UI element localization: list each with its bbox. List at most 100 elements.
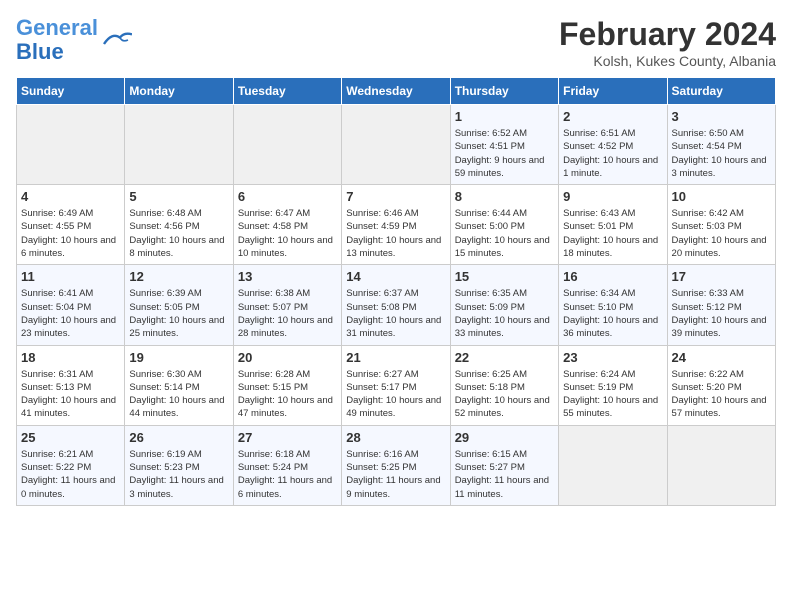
page-header: General Blue February 2024 Kolsh, Kukes … [16, 16, 776, 69]
day-number: 6 [238, 189, 337, 204]
week-row-5: 25Sunrise: 6:21 AM Sunset: 5:22 PM Dayli… [17, 425, 776, 505]
day-cell: 23 Sunrise: 6:24 AM Sunset: 5:19 PM Dayli… [559, 345, 667, 425]
day-number: 24 [672, 350, 771, 365]
day-number: 18 [21, 350, 120, 365]
day-cell: 2Sunrise: 6:51 AM Sunset: 4:52 PM Daylig… [559, 105, 667, 185]
day-cell: 1 Sunrise: 6:52 AM Sunset: 4:51 PM Daylig… [450, 105, 558, 185]
weekday-header-friday: Friday [559, 78, 667, 105]
day-cell: 19 Sunrise: 6:30 AM Sunset: 5:14 PM Dayli… [125, 345, 233, 425]
day-info: Sunrise: 6:28 AM Sunset: 5:15 PM Dayligh… [238, 368, 337, 421]
calendar-table: SundayMondayTuesdayWednesdayThursdayFrid… [16, 77, 776, 506]
day-cell: 22 Sunrise: 6:25 AM Sunset: 5:18 PM Dayli… [450, 345, 558, 425]
day-info: Sunrise: 6:43 AM Sunset: 5:01 PM Dayligh… [563, 207, 662, 260]
day-info: Sunrise: 6:30 AM Sunset: 5:14 PM Dayligh… [129, 368, 228, 421]
day-cell: 25Sunrise: 6:21 AM Sunset: 5:22 PM Dayli… [17, 425, 125, 505]
day-cell: 4Sunrise: 6:49 AM Sunset: 4:55 PM Daylig… [17, 185, 125, 265]
day-number: 21 [346, 350, 445, 365]
day-number: 3 [672, 109, 771, 124]
day-cell: 12 Sunrise: 6:39 AM Sunset: 5:05 PM Dayli… [125, 265, 233, 345]
day-cell [125, 105, 233, 185]
week-row-3: 11 Sunrise: 6:41 AM Sunset: 5:04 PM Dayli… [17, 265, 776, 345]
day-cell: 16Sunrise: 6:34 AM Sunset: 5:10 PM Dayli… [559, 265, 667, 345]
day-cell: 9 Sunrise: 6:43 AM Sunset: 5:01 PM Daylig… [559, 185, 667, 265]
day-cell: 15Sunrise: 6:35 AM Sunset: 5:09 PM Dayli… [450, 265, 558, 345]
day-number: 11 [21, 269, 120, 284]
day-cell [233, 105, 341, 185]
day-cell [559, 425, 667, 505]
day-info: Sunrise: 6:27 AM Sunset: 5:17 PM Dayligh… [346, 368, 445, 421]
day-number: 29 [455, 430, 554, 445]
day-number: 15 [455, 269, 554, 284]
day-cell [342, 105, 450, 185]
day-number: 5 [129, 189, 228, 204]
title-area: February 2024 Kolsh, Kukes County, Alban… [559, 16, 776, 69]
day-number: 7 [346, 189, 445, 204]
day-cell [667, 425, 775, 505]
day-number: 20 [238, 350, 337, 365]
day-cell: 7 Sunrise: 6:46 AM Sunset: 4:59 PM Daylig… [342, 185, 450, 265]
day-info: Sunrise: 6:24 AM Sunset: 5:19 PM Dayligh… [563, 368, 662, 421]
calendar-title: February 2024 [559, 16, 776, 53]
day-cell: 26Sunrise: 6:19 AM Sunset: 5:23 PM Dayli… [125, 425, 233, 505]
weekday-header-saturday: Saturday [667, 78, 775, 105]
day-number: 9 [563, 189, 662, 204]
day-cell: 28Sunrise: 6:16 AM Sunset: 5:25 PM Dayli… [342, 425, 450, 505]
weekday-header-monday: Monday [125, 78, 233, 105]
week-row-4: 18Sunrise: 6:31 AM Sunset: 5:13 PM Dayli… [17, 345, 776, 425]
day-info: Sunrise: 6:21 AM Sunset: 5:22 PM Dayligh… [21, 448, 120, 501]
day-cell: 24 Sunrise: 6:22 AM Sunset: 5:20 PM Dayli… [667, 345, 775, 425]
day-cell: 11 Sunrise: 6:41 AM Sunset: 5:04 PM Dayli… [17, 265, 125, 345]
day-info: Sunrise: 6:18 AM Sunset: 5:24 PM Dayligh… [238, 448, 337, 501]
day-cell: 29 Sunrise: 6:15 AM Sunset: 5:27 PM Dayli… [450, 425, 558, 505]
day-cell: 18Sunrise: 6:31 AM Sunset: 5:13 PM Dayli… [17, 345, 125, 425]
day-cell: 17 Sunrise: 6:33 AM Sunset: 5:12 PM Dayli… [667, 265, 775, 345]
day-number: 13 [238, 269, 337, 284]
logo-bird-icon [100, 26, 132, 54]
weekday-header-row: SundayMondayTuesdayWednesdayThursdayFrid… [17, 78, 776, 105]
day-info: Sunrise: 6:39 AM Sunset: 5:05 PM Dayligh… [129, 287, 228, 340]
day-info: Sunrise: 6:25 AM Sunset: 5:18 PM Dayligh… [455, 368, 554, 421]
week-row-1: 1 Sunrise: 6:52 AM Sunset: 4:51 PM Daylig… [17, 105, 776, 185]
day-cell: 8 Sunrise: 6:44 AM Sunset: 5:00 PM Daylig… [450, 185, 558, 265]
day-number: 23 [563, 350, 662, 365]
day-number: 22 [455, 350, 554, 365]
weekday-header-sunday: Sunday [17, 78, 125, 105]
day-info: Sunrise: 6:15 AM Sunset: 5:27 PM Dayligh… [455, 448, 554, 501]
day-number: 19 [129, 350, 228, 365]
day-info: Sunrise: 6:46 AM Sunset: 4:59 PM Dayligh… [346, 207, 445, 260]
day-cell: 5 Sunrise: 6:48 AM Sunset: 4:56 PM Daylig… [125, 185, 233, 265]
day-number: 10 [672, 189, 771, 204]
logo-line1: General [16, 15, 98, 40]
day-number: 1 [455, 109, 554, 124]
day-number: 14 [346, 269, 445, 284]
day-cell: 3 Sunrise: 6:50 AM Sunset: 4:54 PM Daylig… [667, 105, 775, 185]
day-info: Sunrise: 6:49 AM Sunset: 4:55 PM Dayligh… [21, 207, 120, 260]
day-info: Sunrise: 6:22 AM Sunset: 5:20 PM Dayligh… [672, 368, 771, 421]
weekday-header-tuesday: Tuesday [233, 78, 341, 105]
day-info: Sunrise: 6:41 AM Sunset: 5:04 PM Dayligh… [21, 287, 120, 340]
day-cell: 27 Sunrise: 6:18 AM Sunset: 5:24 PM Dayli… [233, 425, 341, 505]
week-row-2: 4Sunrise: 6:49 AM Sunset: 4:55 PM Daylig… [17, 185, 776, 265]
day-info: Sunrise: 6:44 AM Sunset: 5:00 PM Dayligh… [455, 207, 554, 260]
day-cell [17, 105, 125, 185]
day-info: Sunrise: 6:48 AM Sunset: 4:56 PM Dayligh… [129, 207, 228, 260]
weekday-header-wednesday: Wednesday [342, 78, 450, 105]
day-cell: 6Sunrise: 6:47 AM Sunset: 4:58 PM Daylig… [233, 185, 341, 265]
day-number: 12 [129, 269, 228, 284]
day-cell: 21 Sunrise: 6:27 AM Sunset: 5:17 PM Dayli… [342, 345, 450, 425]
day-info: Sunrise: 6:16 AM Sunset: 5:25 PM Dayligh… [346, 448, 445, 501]
day-cell: 14 Sunrise: 6:37 AM Sunset: 5:08 PM Dayli… [342, 265, 450, 345]
day-number: 8 [455, 189, 554, 204]
day-info: Sunrise: 6:50 AM Sunset: 4:54 PM Dayligh… [672, 127, 771, 180]
day-info: Sunrise: 6:37 AM Sunset: 5:08 PM Dayligh… [346, 287, 445, 340]
logo-line2: Blue [16, 39, 64, 64]
day-cell: 13Sunrise: 6:38 AM Sunset: 5:07 PM Dayli… [233, 265, 341, 345]
weekday-header-thursday: Thursday [450, 78, 558, 105]
day-info: Sunrise: 6:52 AM Sunset: 4:51 PM Dayligh… [455, 127, 554, 180]
day-number: 27 [238, 430, 337, 445]
day-info: Sunrise: 6:19 AM Sunset: 5:23 PM Dayligh… [129, 448, 228, 501]
day-number: 17 [672, 269, 771, 284]
day-cell: 20 Sunrise: 6:28 AM Sunset: 5:15 PM Dayli… [233, 345, 341, 425]
day-info: Sunrise: 6:33 AM Sunset: 5:12 PM Dayligh… [672, 287, 771, 340]
day-info: Sunrise: 6:34 AM Sunset: 5:10 PM Dayligh… [563, 287, 662, 340]
